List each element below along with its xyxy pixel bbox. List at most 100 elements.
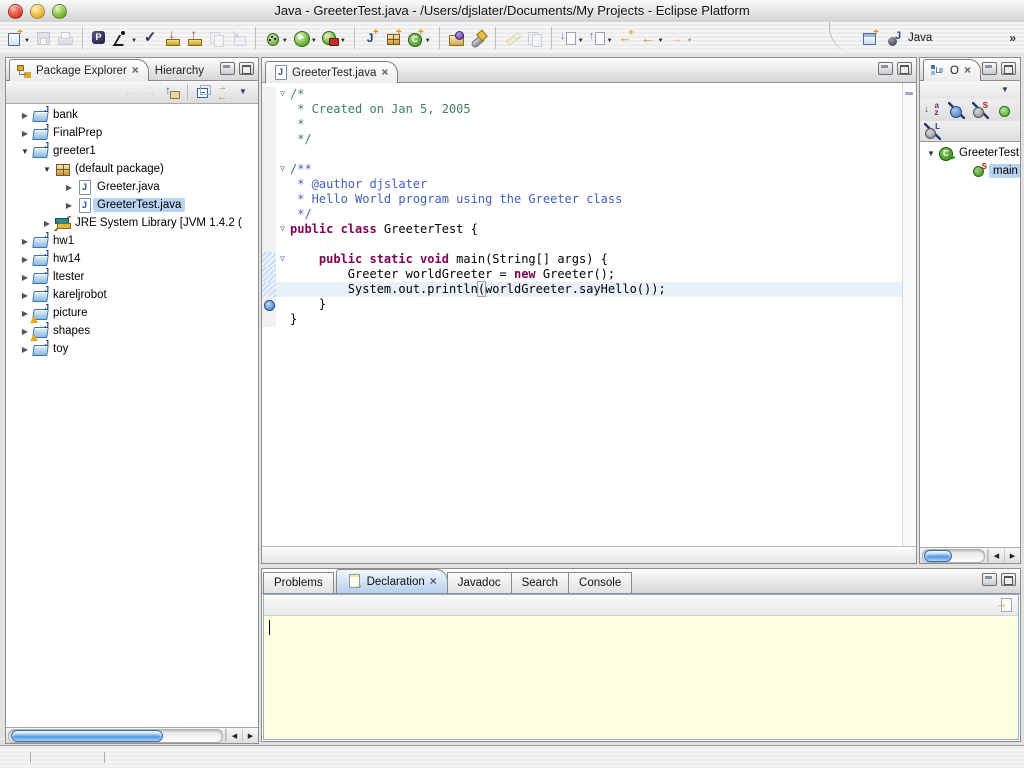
up-button[interactable] <box>163 83 182 102</box>
sort-button[interactable] <box>923 101 942 120</box>
close-tab-icon[interactable] <box>964 65 971 76</box>
back-button[interactable] <box>638 27 666 49</box>
tasks-tab-search[interactable]: Search <box>511 572 569 593</box>
hide-static-members-button[interactable] <box>971 101 990 120</box>
fold-marker-icon[interactable] <box>276 252 289 267</box>
tree-item-greetertest[interactable]: GreeterTest <box>920 144 1020 162</box>
collapsed-arrow-icon[interactable] <box>18 253 32 265</box>
editor-ruler[interactable] <box>262 282 276 297</box>
editor-ruler[interactable] <box>262 222 276 237</box>
code-line[interactable]: */ <box>262 207 903 222</box>
editor-ruler[interactable] <box>262 312 276 327</box>
new-java-project-button[interactable] <box>361 28 382 49</box>
editor-tab-greetertest-java[interactable]: GreeterTest.java <box>265 61 398 83</box>
tree-item-main[interactable]: main <box>920 162 1020 180</box>
code-line[interactable] <box>262 237 903 252</box>
dropdown-arrow-icon[interactable] <box>607 29 613 47</box>
editor-ruler[interactable] <box>262 207 276 222</box>
new-class-button[interactable] <box>405 27 433 49</box>
dropdown-arrow-icon[interactable] <box>24 29 30 47</box>
tasks-tab-console[interactable]: Console <box>568 572 632 593</box>
code-line[interactable]: /** <box>262 162 903 177</box>
search-button[interactable] <box>468 28 489 49</box>
scroll-right-button[interactable]: ▶ <box>242 729 258 742</box>
dropdown-arrow-icon[interactable] <box>282 29 288 47</box>
code-line[interactable]: public class GreeterTest { <box>262 222 903 237</box>
code-line[interactable]: Greeter worldGreeter = new Greeter(); <box>262 267 903 282</box>
editor-ruler[interactable] <box>262 297 276 312</box>
collapse-all-button[interactable] <box>193 83 212 102</box>
scroll-left-button[interactable]: ◀ <box>988 549 1004 562</box>
collapsed-arrow-icon[interactable] <box>18 343 32 355</box>
dropdown-arrow-icon[interactable] <box>311 29 317 47</box>
code-line[interactable]: } <box>262 312 903 327</box>
code-line[interactable]: * Hello World program using the Greeter … <box>262 192 903 207</box>
maximize-view-button[interactable] <box>239 62 254 75</box>
scrollbar-track[interactable] <box>8 729 223 743</box>
declaration-source-area[interactable] <box>264 616 1018 739</box>
tree-item-greetertest-java[interactable]: GreeterTest.java <box>6 196 258 214</box>
editor-ruler[interactable] <box>262 102 276 117</box>
minimize-view-button[interactable] <box>982 573 997 586</box>
tree-item-picture[interactable]: picture <box>6 304 258 322</box>
scroll-left-button[interactable]: ◀ <box>226 729 242 742</box>
collapsed-arrow-icon[interactable] <box>18 235 32 247</box>
code-line[interactable]: * <box>262 117 903 132</box>
hide-fields-button[interactable] <box>947 101 966 120</box>
dropdown-arrow-icon[interactable] <box>131 29 137 47</box>
import-button[interactable] <box>162 28 183 49</box>
dropdown-arrow-icon[interactable] <box>340 29 346 47</box>
editor-ruler[interactable] <box>262 162 276 177</box>
dropdown-arrow-icon[interactable] <box>687 29 693 47</box>
run-button[interactable] <box>291 27 319 49</box>
scroll-right-button[interactable]: ▶ <box>1004 549 1020 562</box>
minimize-view-button[interactable] <box>982 62 997 75</box>
tasks-tab-javadoc[interactable]: Javadoc <box>447 572 512 593</box>
code-line[interactable]: /* <box>262 87 903 102</box>
fold-marker-icon[interactable] <box>276 162 289 177</box>
minimize-view-button[interactable] <box>220 62 235 75</box>
code-line[interactable] <box>262 147 903 162</box>
check-button[interactable] <box>140 28 161 49</box>
tree-item-toy[interactable]: toy <box>6 340 258 358</box>
tree-item-ltester[interactable]: ltester <box>6 268 258 286</box>
open-type-button[interactable] <box>446 28 467 49</box>
new-package-button[interactable] <box>383 28 404 49</box>
editor-ruler[interactable] <box>262 147 276 162</box>
package-explorer-tab-hierarchy[interactable]: Hierarchy <box>149 62 213 80</box>
view-menu-button[interactable] <box>235 83 254 102</box>
tree-item-hw1[interactable]: hw1 <box>6 232 258 250</box>
tree-item-shapes[interactable]: shapes <box>6 322 258 340</box>
tree-item-bank[interactable]: bank <box>6 106 258 124</box>
collapsed-arrow-icon[interactable] <box>18 109 32 121</box>
hide-local-types-button[interactable] <box>923 122 942 141</box>
fold-marker-icon[interactable] <box>276 222 289 237</box>
close-tab-icon[interactable] <box>381 67 388 78</box>
expanded-arrow-icon[interactable] <box>18 145 32 157</box>
tasks-tab-problems[interactable]: Problems <box>263 572 334 593</box>
editor-ruler[interactable] <box>262 237 276 252</box>
debug-button[interactable] <box>262 27 290 49</box>
maximize-view-button[interactable] <box>1001 573 1016 586</box>
breakpoint-marker-icon[interactable] <box>264 300 275 311</box>
overview-ruler[interactable] <box>902 83 916 546</box>
collapsed-arrow-icon[interactable] <box>18 271 32 283</box>
external-tools-button[interactable] <box>320 27 348 49</box>
code-line[interactable]: */ <box>262 132 903 147</box>
collapsed-arrow-icon[interactable] <box>62 199 76 211</box>
view-menu-button[interactable] <box>997 81 1016 100</box>
outline-hscrollbar[interactable]: ◀ ▶ <box>920 547 1020 563</box>
dropdown-arrow-icon[interactable] <box>425 29 431 47</box>
minimize-editor-button[interactable] <box>878 62 893 75</box>
code-line[interactable]: public static void main(String[] args) { <box>262 252 903 267</box>
code-line[interactable]: } <box>262 297 903 312</box>
code-line[interactable]: System.out.println(worldGreeter.sayHello… <box>262 282 903 297</box>
scrollbar-thumb[interactable] <box>11 730 163 742</box>
new-wizard-button[interactable] <box>4 27 32 49</box>
tree-item-default-package[interactable]: (default package) <box>6 160 258 178</box>
tree-item-kareljrobot[interactable]: kareljrobot <box>6 286 258 304</box>
close-tab-icon[interactable] <box>132 65 139 76</box>
last-edit-location-button[interactable] <box>616 28 637 49</box>
editor-ruler[interactable] <box>262 177 276 192</box>
fold-marker-icon[interactable] <box>276 87 289 102</box>
